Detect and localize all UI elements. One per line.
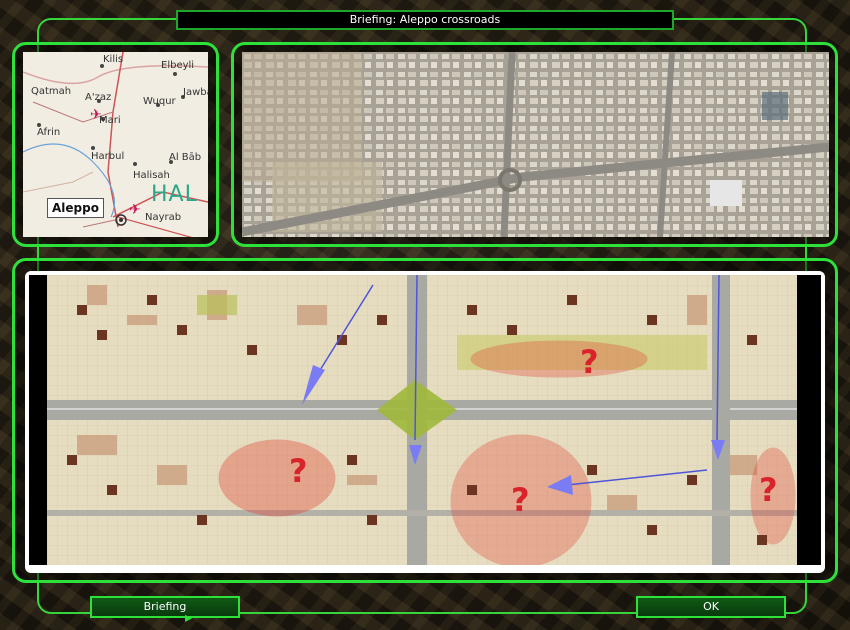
- map-label-halisah: Halisah: [133, 170, 170, 181]
- threat-marker: ?: [289, 452, 308, 490]
- map-label-harbul: Harbul: [91, 151, 125, 162]
- window-title: Briefing: Aleppo crossroads: [176, 10, 674, 30]
- map-label-elbeyli: Elbeyli: [161, 60, 195, 71]
- airport-icon: ✈: [129, 202, 141, 218]
- threat-marker: ?: [580, 343, 599, 381]
- threat-marker: ?: [511, 481, 530, 519]
- cursor-arrow-icon: ▸: [185, 610, 193, 626]
- airport-icon: ✈: [90, 107, 102, 123]
- tactical-map-panel: ? ? ? ?: [12, 258, 838, 583]
- ok-button[interactable]: OK: [636, 596, 786, 618]
- briefing-button[interactable]: Briefing: [90, 596, 240, 618]
- city-label-aleppo: Aleppo: [47, 198, 104, 218]
- region-map: Kilis Elbeyli Qatmah A'zaz Wuqur Jawba A…: [23, 52, 208, 237]
- satellite-terrain: [242, 52, 829, 237]
- map-label-kilis: Kilis: [103, 54, 124, 65]
- region-map-panel: Kilis Elbeyli Qatmah A'zaz Wuqur Jawba A…: [12, 42, 219, 247]
- satellite-panel: [231, 42, 838, 247]
- map-label-wuqur: Wuqur: [143, 96, 176, 107]
- province-label: HAL: [151, 182, 198, 207]
- satellite-image: [242, 52, 829, 237]
- threat-marker: ?: [759, 471, 778, 509]
- map-label-qatmah: Qatmah: [31, 86, 72, 97]
- map-label-jawba: Jawba: [183, 87, 208, 98]
- map-label-afrin: Afrin: [37, 127, 61, 138]
- map-label-azaz: A'zaz: [85, 92, 112, 103]
- tactical-map: ? ? ? ?: [25, 271, 825, 573]
- map-label-albab: Al Bāb: [169, 152, 202, 163]
- map-label-mari: Mari: [99, 115, 121, 126]
- map-label-nayrab: Nayrab: [145, 212, 182, 223]
- tactical-terrain: [47, 275, 797, 565]
